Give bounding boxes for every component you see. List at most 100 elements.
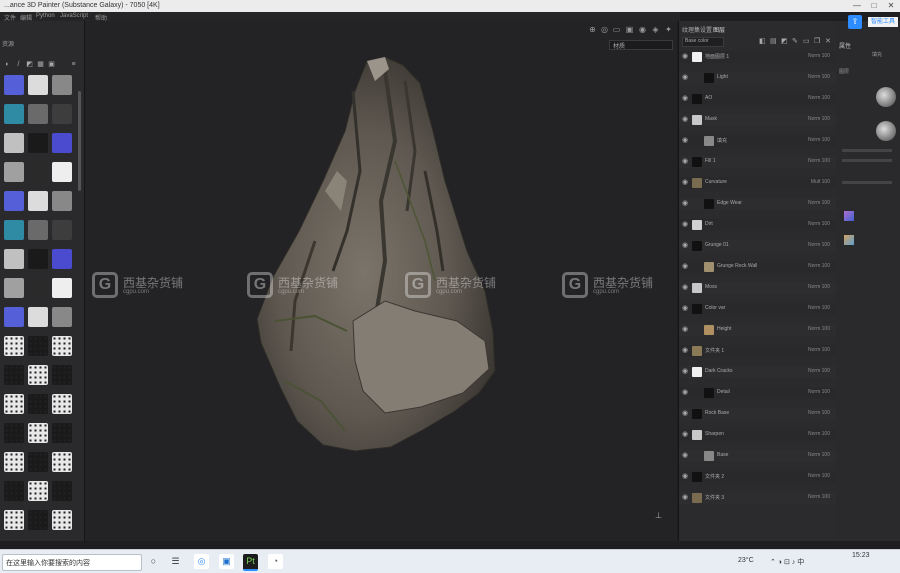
material-thumb[interactable] (844, 211, 854, 221)
task-view-icon[interactable]: ○ (146, 554, 161, 569)
visibility-icon[interactable]: ◉ (682, 347, 689, 354)
material-thumbnail[interactable] (4, 423, 24, 443)
visibility-icon[interactable]: ◉ (682, 389, 689, 396)
share-icon[interactable]: ⇪ (848, 15, 862, 29)
material-thumbnail[interactable] (4, 133, 24, 153)
material-thumbnail[interactable] (52, 394, 72, 414)
visibility-icon[interactable]: ◉ (682, 284, 689, 291)
duplicate-icon[interactable]: ❐ (814, 37, 820, 45)
menu-python[interactable]: Python (36, 13, 55, 19)
layer-row[interactable]: ◉ Grunge Rock Wall Norm 100 (679, 261, 836, 273)
material-thumbnail[interactable] (28, 510, 48, 530)
material-thumbnail[interactable] (4, 510, 24, 530)
material-thumbnail[interactable] (28, 423, 48, 443)
visibility-icon[interactable]: ◉ (682, 242, 689, 249)
material-thumbnail[interactable] (4, 452, 24, 472)
material-thumbnail[interactable] (52, 452, 72, 472)
material-thumbnail[interactable] (28, 75, 48, 95)
material-thumbnail[interactable] (28, 365, 48, 385)
shelf-scrollbar[interactable] (78, 91, 81, 191)
material-thumbnail[interactable] (28, 278, 48, 298)
layer-row[interactable]: ◉ 文件夹 3 Norm 100 (679, 492, 836, 504)
grid-icon[interactable]: ▦ (37, 61, 44, 68)
material-thumbnail[interactable] (52, 481, 72, 501)
layer-row[interactable]: ◉ Dark Cracks Norm 100 (679, 366, 836, 378)
lock-icon[interactable]: ▣ (48, 61, 55, 68)
material-thumbnail[interactable] (4, 220, 24, 240)
material-thumbnail[interactable] (28, 307, 48, 327)
material-thumbnail[interactable] (28, 191, 48, 211)
add-fill-icon[interactable]: ◧ (759, 37, 766, 45)
layer-row[interactable]: ◉ Grunge 01 Norm 100 (679, 240, 836, 252)
layer-row[interactable]: ◉ Moss Norm 100 (679, 282, 836, 294)
visibility-icon[interactable]: ◉ (682, 473, 689, 480)
visibility-icon[interactable]: ◉ (682, 410, 689, 417)
material-thumbnail[interactable] (4, 104, 24, 124)
material-thumbnail[interactable] (52, 278, 72, 298)
visibility-icon[interactable]: ◉ (682, 137, 689, 144)
visibility-icon[interactable]: ◉ (682, 263, 689, 270)
minimize-icon[interactable]: — (852, 1, 862, 11)
add-mask-icon[interactable]: ◩ (781, 37, 788, 45)
widgets-icon[interactable]: ☰ (168, 554, 183, 569)
visibility-icon[interactable]: ◉ (682, 95, 689, 102)
material-thumbnail[interactable] (52, 249, 72, 269)
material-thumbnail[interactable] (4, 278, 24, 298)
material-thumbnail[interactable] (52, 75, 72, 95)
folder-icon[interactable]: ▭ (803, 37, 810, 45)
visibility-icon[interactable]: ◉ (682, 368, 689, 375)
visibility-icon[interactable]: ◉ (682, 158, 689, 165)
material-thumbnail[interactable] (4, 249, 24, 269)
layer-row[interactable]: ◉ 地面图层 1 Norm 100 (679, 51, 836, 63)
filter-icon[interactable]: ≡ (70, 61, 77, 68)
material-thumbnail[interactable] (28, 162, 48, 182)
explorer-icon[interactable]: ▣ (219, 554, 234, 569)
material-thumbnail[interactable] (52, 365, 72, 385)
material-ball-preview[interactable] (876, 87, 896, 107)
material-thumbnail[interactable] (4, 336, 24, 356)
material-thumbnail[interactable] (52, 423, 72, 443)
material-thumbnail[interactable] (52, 220, 72, 240)
material-thumbnail[interactable] (4, 394, 24, 414)
taskbar-search[interactable]: 在这里输入你要搜索的内容 (2, 554, 142, 571)
maximize-icon[interactable]: □ (869, 1, 879, 11)
material-thumbnail[interactable] (52, 307, 72, 327)
tab-layers[interactable]: 图层 (713, 25, 725, 34)
material-thumbnail[interactable] (52, 336, 72, 356)
material-thumbnail[interactable] (28, 481, 48, 501)
material-thumbnail[interactable] (28, 220, 48, 240)
layer-row[interactable]: ◉ Mask Norm 100 (679, 114, 836, 126)
material-thumbnail[interactable] (52, 133, 72, 153)
layer-row[interactable]: ◉ Base Norm 100 (679, 450, 836, 462)
layer-row[interactable]: ◉ 填充 Norm 100 (679, 135, 836, 147)
slider-track[interactable] (842, 149, 892, 152)
layer-row[interactable]: ◉ Edge Wear Norm 100 (679, 198, 836, 210)
material-thumbnail[interactable] (28, 336, 48, 356)
visibility-icon[interactable]: ◉ (682, 116, 689, 123)
layer-row[interactable]: ◉ Rock Base Norm 100 (679, 408, 836, 420)
layer-row[interactable]: ◉ 文件夹 2 Norm 100 (679, 471, 836, 483)
material-thumbnail[interactable] (4, 75, 24, 95)
layer-row[interactable]: ◉ Detail Norm 100 (679, 387, 836, 399)
material-thumbnail[interactable] (52, 510, 72, 530)
eraser-icon[interactable]: ◩ (26, 61, 33, 68)
layer-row[interactable]: ◉ Dirt Norm 100 (679, 219, 836, 231)
material-thumbnail[interactable] (28, 394, 48, 414)
layer-row[interactable]: ◉ Light Norm 100 (679, 72, 836, 84)
material-thumbnail[interactable] (28, 133, 48, 153)
material-thumbnail[interactable] (4, 191, 24, 211)
menu-javascript[interactable]: JavaScript (60, 13, 88, 19)
visibility-icon[interactable]: ◉ (682, 431, 689, 438)
material-thumbnail[interactable] (4, 481, 24, 501)
visibility-icon[interactable]: ◉ (682, 53, 689, 60)
slider-track[interactable] (842, 181, 892, 184)
layer-row[interactable]: ◉ Curvature Mult 100 (679, 177, 836, 189)
material-thumbnail[interactable] (4, 365, 24, 385)
slider-track[interactable] (842, 159, 892, 162)
tray-icons[interactable]: ⌃ ◑ ⊡ ♪ 中 (770, 557, 804, 567)
layer-row[interactable]: ◉ Height Norm 100 (679, 324, 836, 336)
material-thumbnail[interactable] (4, 307, 24, 327)
channel-select[interactable]: Base color (682, 37, 724, 47)
delete-icon[interactable]: ✕ (825, 37, 831, 45)
pencil-icon[interactable]: / (15, 61, 22, 68)
